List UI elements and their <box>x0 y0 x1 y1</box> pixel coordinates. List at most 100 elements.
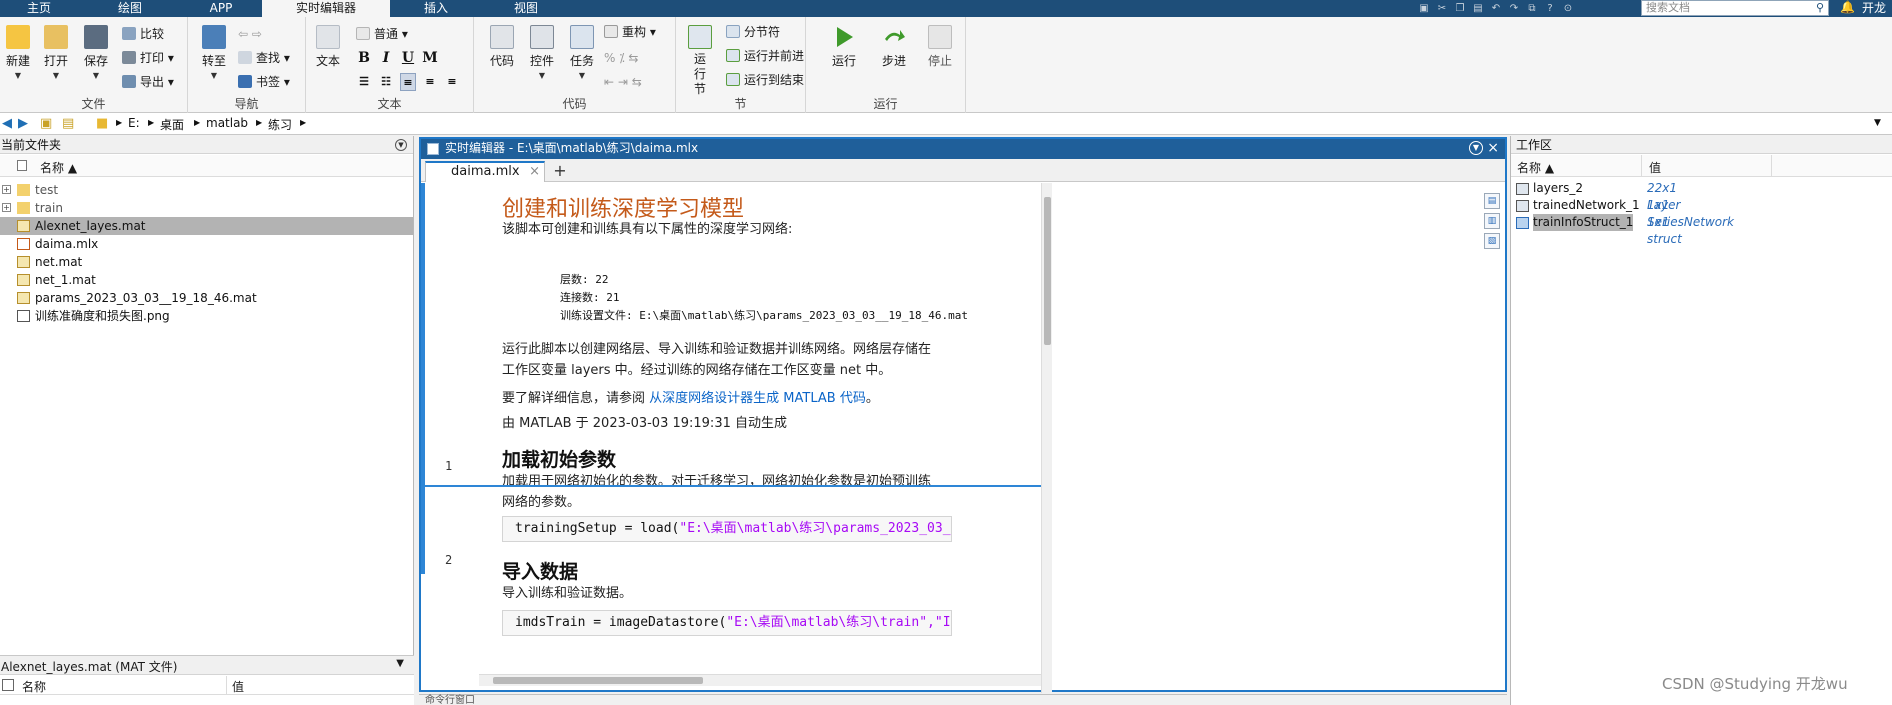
monospace-button[interactable]: M <box>422 49 438 67</box>
compare-button[interactable]: 比较 <box>122 25 164 43</box>
expand-icon[interactable]: + <box>2 203 11 212</box>
horizontal-scrollbar[interactable] <box>479 674 1041 686</box>
run-and-advance-button[interactable]: 运行并前进 <box>726 47 804 65</box>
crumb-matlab[interactable]: matlab <box>206 116 248 130</box>
notification-bell-icon[interactable]: 🔔 <box>1840 0 1855 16</box>
current-folder-address-bar[interactable]: ◀ ▶ ▣ ▤ ■ ▶ E: ▶ 桌面 ▶ matlab ▶ 练习 ▶ ▼ <box>0 113 1892 135</box>
vertical-scrollbar[interactable] <box>1041 183 1052 693</box>
scrollbar-thumb[interactable] <box>493 677 703 684</box>
panel-actions-icon[interactable]: ▼ <box>395 139 407 151</box>
run-section-button[interactable]: 运行节 <box>684 25 716 97</box>
code-button[interactable]: 代码 <box>484 25 520 69</box>
back-forward-buttons[interactable]: ⇦ ⇨ <box>238 25 262 43</box>
redo-icon[interactable]: ↷ <box>1508 3 1520 15</box>
text-label: 文本 <box>315 54 340 68</box>
doc-link[interactable]: 从深度网络设计器生成 MATLAB 代码 <box>649 391 866 406</box>
hide-code-icon[interactable]: ▧ <box>1484 233 1500 249</box>
indent-buttons[interactable]: ⇤ ⇥ ⇆ <box>604 73 642 91</box>
paste-icon[interactable]: ▤ <box>1472 3 1484 15</box>
task-button[interactable]: 任务 ▼ <box>564 25 600 80</box>
save-icon[interactable]: ▣ <box>1418 3 1430 15</box>
run-button[interactable]: 运行 <box>826 25 862 69</box>
tab-view[interactable]: 视图 <box>500 0 552 17</box>
code-line-1[interactable]: trainingSetup = load("E:\桌面\matlab\练习\pa… <box>502 516 952 542</box>
tab-insert[interactable]: 插入 <box>410 0 462 17</box>
undo-icon[interactable]: ↶ <box>1490 3 1502 15</box>
expand-icon[interactable]: ⊙ <box>1562 3 1574 15</box>
list-item[interactable]: daima.mlx <box>0 235 413 253</box>
scrollbar-thumb[interactable] <box>1044 197 1051 345</box>
align-center-icon[interactable]: ≡ <box>422 73 438 91</box>
tab-daima-mlx[interactable]: daima.mlx × <box>425 161 545 182</box>
step-button[interactable]: 步进 <box>876 25 912 69</box>
cut-icon[interactable]: ✂ <box>1436 3 1448 15</box>
expand-icon[interactable]: + <box>2 185 11 194</box>
switch-windows-icon[interactable]: ⧉ <box>1526 3 1538 15</box>
stop-button[interactable]: 停止 <box>922 25 958 69</box>
run-to-end-button[interactable]: 运行到结束 <box>726 71 804 89</box>
list-item[interactable]: + test <box>0 181 413 199</box>
text-button[interactable]: 文本 <box>310 25 346 69</box>
close-tab-icon[interactable]: × <box>529 163 540 181</box>
file-column-header[interactable]: 名称 ▲ <box>0 155 413 177</box>
new-button[interactable]: 新建 ▼ <box>0 25 36 80</box>
save-button[interactable]: 保存 ▼ <box>78 25 114 80</box>
control-button[interactable]: 控件 ▼ <box>524 25 560 80</box>
comment-buttons[interactable]: % ⁒ ⇆ <box>604 49 638 67</box>
panel-actions-icon[interactable]: ▼ <box>1469 141 1483 155</box>
crumb-desktop[interactable]: 桌面 <box>160 116 184 133</box>
browse-folder-icon[interactable]: ▤ <box>62 116 74 131</box>
file-name: net.mat <box>35 255 83 269</box>
crumb-drive[interactable]: E: <box>128 116 140 130</box>
line-number: 1 <box>445 459 453 473</box>
italic-button[interactable]: I <box>378 49 394 67</box>
tab-apps[interactable]: APP <box>196 0 246 17</box>
bookmark-button[interactable]: 书签 ▾ <box>238 73 290 91</box>
command-window-header[interactable]: 命令行窗口 <box>419 694 1507 705</box>
details-header[interactable]: Alexnet_layes.mat (MAT 文件) ▼ <box>0 656 414 675</box>
align-right-icon[interactable]: ≡ <box>444 73 460 91</box>
style-dropdown[interactable]: 普通 ▾ <box>356 25 408 43</box>
bold-button[interactable]: B <box>356 49 372 67</box>
list-item[interactable]: + train <box>0 199 413 217</box>
user-account-label[interactable]: 开龙 <box>1862 0 1886 16</box>
live-script-document[interactable]: 创建和训练深度学习模型 该脚本可创建和训练具有以下属性的深度学习网络: 层数: … <box>479 183 1459 673</box>
tab-plots[interactable]: 绘图 <box>105 0 155 17</box>
list-item[interactable]: net_1.mat <box>0 271 413 289</box>
find-button[interactable]: 查找 ▾ <box>238 49 290 67</box>
address-dropdown-icon[interactable]: ▼ <box>1874 118 1881 128</box>
search-documentation-input[interactable]: 搜索文档 ⚲ <box>1641 0 1829 16</box>
numbered-list-icon[interactable]: ☷ <box>378 73 394 91</box>
open-button[interactable]: 打开 ▼ <box>38 25 74 80</box>
collapse-chevron-icon[interactable]: ▼ <box>396 658 404 669</box>
refactor-button[interactable]: 重构 ▾ <box>604 23 656 41</box>
export-button[interactable]: 导出 ▾ <box>122 73 174 91</box>
list-item[interactable]: 训练准确度和损失图.png <box>0 307 413 325</box>
export-label: 导出 <box>140 75 165 89</box>
crumb-practice[interactable]: 练习 <box>268 116 292 133</box>
tab-home[interactable]: 主页 <box>14 0 64 17</box>
section-indicator-bar[interactable] <box>421 183 425 574</box>
list-item[interactable]: params_2023_03_03__19_18_46.mat <box>0 289 413 307</box>
tab-live-editor[interactable]: 实时编辑器 <box>262 0 390 17</box>
print-button[interactable]: 打印 ▾ <box>122 49 174 67</box>
help-icon[interactable]: ? <box>1544 3 1556 15</box>
back-arrow-icon[interactable]: ◀ <box>2 116 12 131</box>
list-item[interactable]: net.mat <box>0 253 413 271</box>
new-tab-button[interactable]: + <box>549 162 571 181</box>
up-folder-icon[interactable]: ▣ <box>40 116 52 131</box>
output-right-icon[interactable]: ▥ <box>1484 213 1500 229</box>
goto-button[interactable]: 转至 ▼ <box>196 25 232 80</box>
copy-icon[interactable]: ❐ <box>1454 3 1466 15</box>
close-icon[interactable]: × <box>1487 139 1499 158</box>
print-label: 打印 <box>140 51 165 65</box>
code-line-2[interactable]: imdsTrain = imageDatastore("E:\桌面\matlab… <box>502 610 952 636</box>
bullet-list-icon[interactable]: ☰ <box>356 73 372 91</box>
list-item[interactable]: Alexnet_layes.mat <box>0 217 413 235</box>
forward-arrow-icon[interactable]: ▶ <box>18 116 28 131</box>
section-break-button[interactable]: 分节符 <box>726 23 780 41</box>
output-inline-icon[interactable]: ▤ <box>1484 193 1500 209</box>
underline-button[interactable]: U <box>400 49 416 67</box>
align-left-icon[interactable]: ≡ <box>400 73 416 91</box>
workspace-column-header[interactable]: 名称 ▲ 值 <box>1511 155 1892 177</box>
